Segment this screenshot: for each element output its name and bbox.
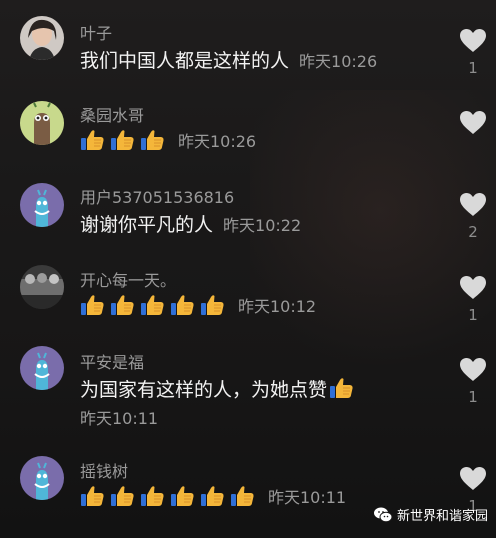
heart-icon [460,193,486,216]
like-count: 1 [468,306,478,324]
username[interactable]: 摇钱树 [80,458,128,482]
avatar[interactable] [20,346,64,390]
thumbs-up-icon [110,293,136,317]
thumbs-up-icon [80,293,106,317]
avatar[interactable] [20,101,64,145]
comment-text: 我们中国人都是这样的人 昨天10:26 [80,46,377,73]
wechat-icon [374,507,393,522]
timestamp: 昨天10:12 [238,297,317,316]
like-button[interactable]: 1 [458,357,488,406]
thumbs-up-icon [110,484,136,508]
like-button[interactable] [458,110,488,135]
comment-text: 谢谢你平凡的人 昨天10:22 [80,210,301,237]
like-count: 2 [468,223,478,241]
thumbs-up-icon [140,293,166,317]
thumbs-up-icon [80,128,106,152]
avatar[interactable] [20,16,64,60]
timestamp: 昨天10:26 [299,52,378,71]
timestamp: 昨天10:26 [178,132,257,151]
timestamp: 昨天10:11 [268,488,347,507]
emoji-row: 昨天10:12 [80,293,316,317]
heart-icon [460,358,486,381]
thumbs-up-icon [140,128,166,152]
like-count: 1 [468,59,478,77]
comment-text: 为国家有这样的人，为她点赞 [80,375,355,402]
timestamp: 昨天10:22 [223,216,302,235]
watermark-label: 新世界和谐家园 [397,509,489,524]
comment-body: 我们中国人都是这样的人 [80,50,290,72]
thumbs-up-icon [170,293,196,317]
thumbs-up-icon [170,484,196,508]
avatar[interactable] [20,265,64,309]
thumbs-up-icon [200,484,226,508]
heart-icon [460,111,486,134]
like-count: 1 [468,388,478,406]
thumbs-up-icon [140,484,166,508]
timestamp: 昨天10:11 [80,409,159,428]
comment-body: 谢谢你平凡的人 [80,214,214,236]
comment-body: 为国家有这样的人，为她点赞 [80,379,328,401]
username[interactable]: 开心每一天。 [80,267,176,291]
heart-icon [460,29,486,52]
like-button[interactable]: 1 [458,28,488,77]
like-button[interactable]: 2 [458,192,488,241]
like-button[interactable]: 1 [458,275,488,324]
thumbs-up-icon [230,484,256,508]
thumbs-up-icon [200,293,226,317]
username[interactable]: 平安是福 [80,349,144,373]
thumbs-up-icon [329,376,355,400]
emoji-row: 昨天10:26 [80,128,256,152]
heart-icon [460,276,486,299]
thumbs-up-icon [110,128,136,152]
emoji-row: 昨天10:11 [80,484,346,508]
username[interactable]: 叶子 [80,20,112,44]
heart-icon [460,467,486,490]
thumbs-up-icon [80,484,106,508]
username[interactable]: 用户537051536816 [80,184,234,208]
avatar[interactable] [20,456,64,500]
username[interactable]: 桑园水哥 [80,102,144,126]
avatar[interactable] [20,183,64,227]
watermark: 新世界和谐家园 [373,505,488,524]
